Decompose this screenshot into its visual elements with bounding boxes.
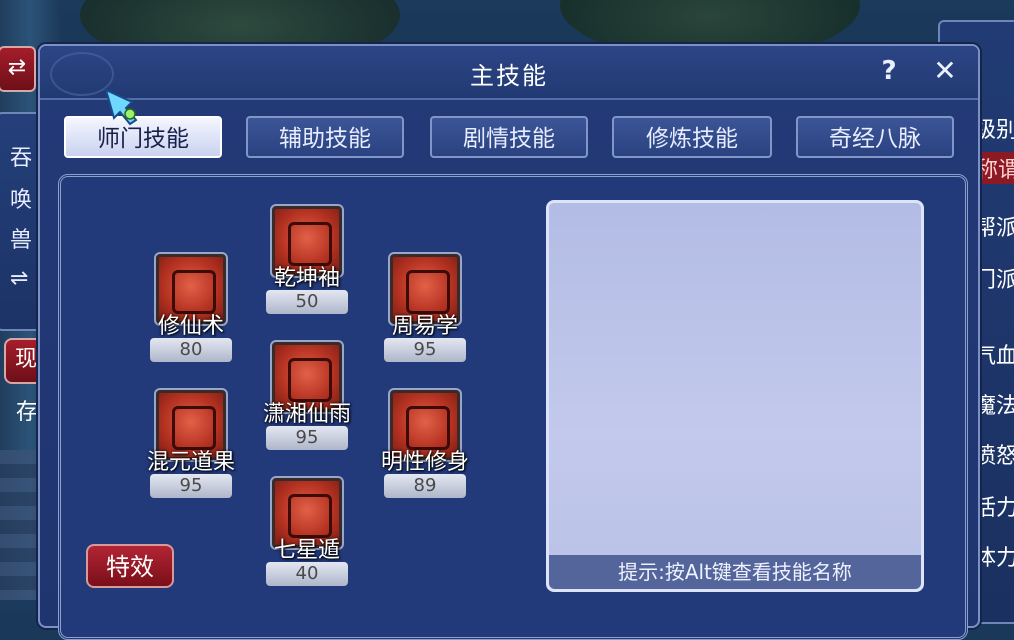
skill-level: 95 [384,338,466,362]
swap-icon[interactable]: ⇌ [10,264,40,294]
effects-button[interactable]: 特效 [86,544,174,588]
skill-name: 明性修身 [380,450,469,475]
skill-name: 周易学 [391,314,458,339]
skill-level: 40 [266,562,348,586]
skill-window: 主技能 ? ✕ 师门技能 辅助技能 剧情技能 修炼技能 奇经八脉 乾坤袖 50 … [38,44,980,640]
hp-label: 气血 [974,344,1014,369]
tab-cultivation-skills[interactable]: 修炼技能 [612,116,772,158]
mouse-cursor-icon [104,88,138,126]
tab-story-skills[interactable]: 剧情技能 [430,116,588,158]
skill-name: 乾坤袖 [273,266,340,291]
summon-label-char: 兽 [10,228,33,253]
vitality-label: 活力 [974,496,1014,521]
stamina-label: 体力 [974,546,1014,571]
anger-label: 愤怒 [974,444,1014,469]
skill-level: 50 [266,290,348,314]
title-bar[interactable]: 主技能 ? ✕ [40,46,978,100]
skill-level: 80 [150,338,232,362]
tab-assist-skills[interactable]: 辅助技能 [246,116,404,158]
skill-level: 95 [266,426,348,450]
window-title: 主技能 [470,62,548,90]
level-label: 级别 [974,118,1014,143]
skill-name: 潇湘仙雨 [262,402,351,427]
skill-name: 修仙术 [157,314,224,339]
close-button[interactable]: ✕ [928,54,962,88]
help-button[interactable]: ? [872,54,906,88]
swap-icon[interactable]: ⇄ [0,46,36,92]
school-label: 门派 [974,268,1014,293]
skill-level: 89 [384,474,466,498]
summon-label-char: 吞 [10,146,33,171]
guild-label: 帮派 [974,216,1014,241]
decorative-pattern [0,450,38,600]
skill-name: 七星遁 [273,538,340,563]
side-label: 存 [16,400,39,425]
summon-label-char: 唤 [10,188,33,213]
mp-label: 魔法 [974,394,1014,419]
hint-text: 提示:按Alt键查看技能名称 [549,555,921,589]
skill-description-panel: 提示:按Alt键查看技能名称 [546,200,924,592]
skill-name: 混元道果 [146,450,235,475]
skill-level: 95 [150,474,232,498]
tab-meridian-skills[interactable]: 奇经八脉 [796,116,954,158]
